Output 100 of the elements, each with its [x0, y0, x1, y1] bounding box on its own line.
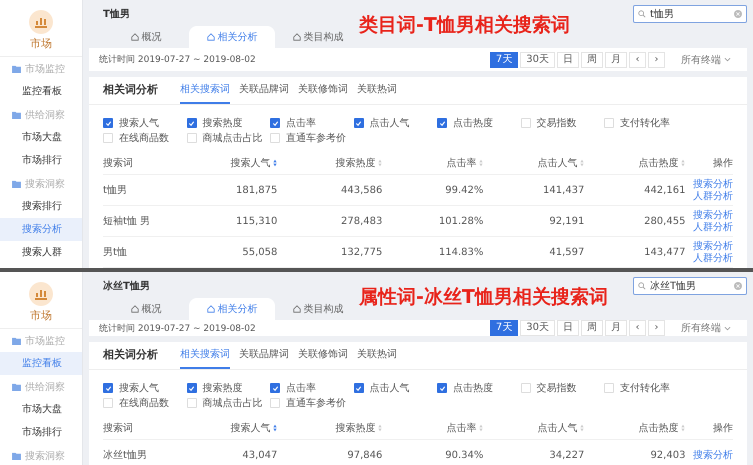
period-button[interactable]: ›: [648, 320, 665, 336]
nav-item[interactable]: 搜索人群: [0, 241, 82, 264]
checkbox[interactable]: [103, 118, 113, 128]
action-link[interactable]: 搜索分析: [692, 240, 733, 252]
column-header[interactable]: 点击热度: [638, 156, 678, 170]
subtab[interactable]: 关联品牌词: [239, 82, 289, 104]
period-button[interactable]: ‹: [629, 52, 646, 68]
folder-icon: [12, 110, 21, 118]
column-header[interactable]: 搜索热度: [335, 421, 376, 435]
sort-icon[interactable]: [378, 424, 382, 432]
checkbox-label: 点击人气: [370, 382, 410, 395]
table-cell: 443,586: [340, 184, 382, 196]
subtab[interactable]: 相关搜索词: [180, 347, 230, 369]
sort-icon[interactable]: [273, 159, 278, 167]
column-header[interactable]: 搜索人气: [230, 156, 270, 170]
period-button[interactable]: 月: [605, 320, 627, 336]
sort-icon[interactable]: [580, 159, 584, 167]
period-button[interactable]: 日: [557, 52, 579, 68]
checkbox[interactable]: [103, 383, 113, 393]
checkbox-label: 在线商品数: [119, 132, 169, 145]
tab[interactable]: 相关分析: [189, 298, 275, 320]
table-cell: 90.34%: [445, 450, 484, 460]
period-button[interactable]: 7天: [490, 320, 518, 336]
checkbox[interactable]: [437, 383, 447, 393]
caret-icon: [724, 57, 731, 62]
period-button[interactable]: ‹: [629, 320, 646, 336]
subtab[interactable]: 关联热词: [357, 82, 397, 104]
sort-icon[interactable]: [273, 424, 278, 432]
folder-icon: [12, 336, 21, 344]
subtab[interactable]: 关联品牌词: [239, 347, 289, 369]
subtab[interactable]: 关联修饰词: [298, 82, 348, 104]
period-button[interactable]: 30天: [520, 320, 555, 336]
clear-icon[interactable]: [734, 282, 742, 290]
checkbox-label: 点击热度: [453, 382, 493, 395]
nav-item[interactable]: 市场大盘: [0, 398, 82, 421]
tab[interactable]: 概况: [103, 26, 189, 48]
checkbox[interactable]: [270, 118, 280, 128]
checkbox[interactable]: [354, 383, 364, 393]
nav-item[interactable]: 监控看板: [0, 80, 82, 103]
checkbox-label: 点击率: [286, 116, 316, 130]
checkbox-label: 商城点击占比: [202, 132, 262, 145]
column-header[interactable]: 点击率: [446, 156, 476, 170]
sort-icon[interactable]: [580, 424, 584, 432]
caption-overlay: 属性词-冰丝T恤男相关搜索词: [359, 285, 608, 310]
checkbox[interactable]: [186, 118, 196, 128]
column-header[interactable]: 搜索人气: [230, 421, 270, 435]
tab[interactable]: 概况: [103, 298, 189, 320]
nav-item[interactable]: 搜索排行: [0, 195, 82, 218]
sort-icon[interactable]: [479, 159, 484, 167]
period-button[interactable]: 30天: [520, 52, 555, 68]
checkbox[interactable]: [270, 383, 280, 393]
column-header[interactable]: 点击率: [446, 421, 476, 435]
terminal-dropdown[interactable]: 所有终端: [675, 52, 737, 68]
sort-icon[interactable]: [479, 424, 484, 432]
nav-item[interactable]: 市场排行: [0, 149, 82, 172]
table-cell: 115,310: [236, 216, 278, 226]
subtab[interactable]: 关联热词: [357, 347, 397, 369]
clear-icon[interactable]: [734, 10, 742, 18]
checkbox-label: 搜索人气: [119, 382, 159, 395]
tab[interactable]: 相关分析: [189, 26, 275, 48]
checkbox-label: 直通车参考价: [286, 396, 346, 410]
subtab[interactable]: 相关搜索词: [180, 82, 230, 104]
column-header[interactable]: 点击热度: [638, 421, 678, 435]
column-header: 操作: [712, 157, 733, 170]
period-button[interactable]: 日: [557, 320, 579, 336]
column-header: 搜索词: [103, 156, 133, 170]
period-button[interactable]: 周: [581, 52, 603, 68]
action-link[interactable]: 人群分析: [692, 222, 733, 232]
search-field[interactable]: 冰丝T恤男: [633, 277, 747, 295]
action-link[interactable]: 搜索分析: [692, 210, 733, 220]
nav-group-label: 市场监控: [25, 62, 65, 76]
sort-icon[interactable]: [378, 159, 382, 167]
nav-item[interactable]: 市场排行: [0, 421, 82, 444]
checkbox[interactable]: [186, 383, 196, 393]
nav-item[interactable]: 监控看板: [0, 352, 82, 375]
nav-item[interactable]: 市场大盘: [0, 126, 82, 149]
checkbox-label: 在线商品数: [119, 396, 169, 410]
period-button[interactable]: 周: [581, 320, 603, 336]
terminal-dropdown[interactable]: 所有终端: [675, 320, 737, 336]
action-link[interactable]: 搜索分析: [692, 450, 733, 460]
period-button[interactable]: 月: [605, 52, 627, 68]
checkbox[interactable]: [437, 118, 447, 128]
checkbox-label: 商城点击占比: [202, 396, 262, 410]
sort-icon[interactable]: [681, 424, 686, 432]
nav-group-label: 供给洞察: [25, 380, 65, 394]
period-button[interactable]: 7天: [490, 52, 518, 68]
action-link[interactable]: 人群分析: [692, 252, 733, 264]
page-title: 冰丝T恤男: [103, 280, 150, 293]
column-header[interactable]: 点击人气: [537, 156, 578, 170]
nav-group-label: 供给洞察: [25, 108, 65, 122]
period-button[interactable]: ›: [648, 52, 665, 68]
subtab[interactable]: 关联修饰词: [298, 347, 348, 369]
checkbox[interactable]: [354, 118, 364, 128]
action-link[interactable]: 人群分析: [692, 190, 733, 202]
sort-icon[interactable]: [681, 159, 686, 167]
column-header[interactable]: 搜索热度: [335, 156, 376, 170]
search-field[interactable]: t恤男: [633, 5, 747, 23]
action-link[interactable]: 搜索分析: [692, 178, 733, 190]
column-header[interactable]: 点击人气: [537, 421, 578, 435]
date-range: 统计时间 2019-07-27 ~ 2019-08-02: [99, 322, 256, 334]
